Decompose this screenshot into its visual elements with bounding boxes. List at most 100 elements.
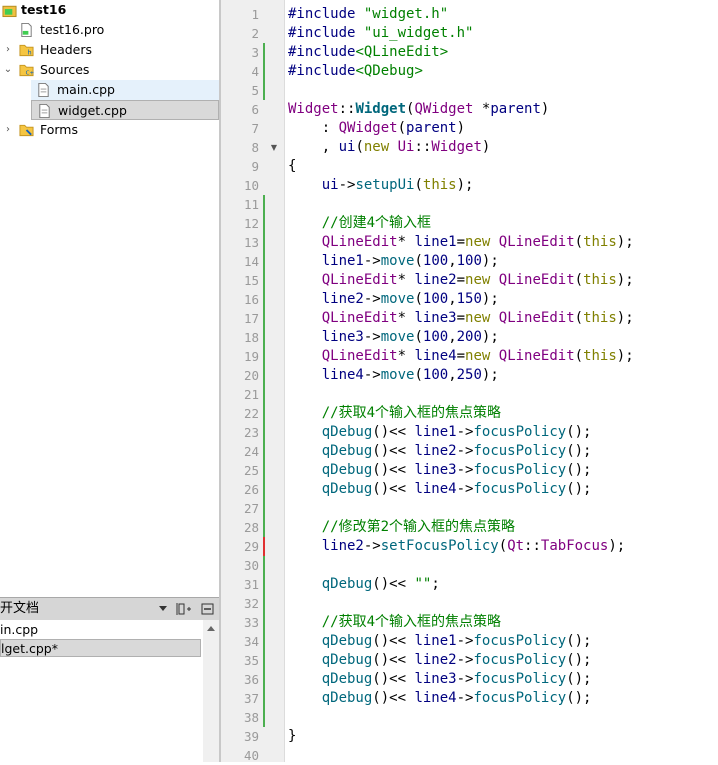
chevron-right-icon[interactable]: › (2, 123, 14, 137)
chevron-right-icon[interactable]: › (2, 43, 14, 57)
tree-item-widget-cpp[interactable]: widget.cpp (31, 100, 219, 120)
code-token: TabFocus (540, 538, 609, 554)
code-token: } (288, 728, 297, 744)
line-number: 2 (251, 26, 259, 41)
line-number: 9 (251, 159, 259, 174)
tree-item-main-cpp[interactable]: main.cpp (31, 80, 219, 100)
change-marker (263, 480, 265, 499)
open-documents-scrollbar[interactable] (203, 620, 219, 762)
code-token: qDebug (321, 481, 373, 497)
code-line[interactable]: #include<QLineEdit> (288, 43, 448, 62)
tree-item-forms[interactable]: › Forms (0, 120, 219, 140)
qt-project-icon (2, 5, 17, 18)
split-view-icon[interactable] (176, 602, 192, 616)
change-marker (263, 461, 265, 480)
code-line[interactable]: Widget::Widget(QWidget *parent) (288, 100, 549, 119)
tree-item-pro-file[interactable]: test16.pro (0, 20, 219, 40)
tree-item-label: Headers (40, 42, 93, 57)
code-token: Widget (288, 101, 339, 117)
code-token: 100 (422, 253, 449, 269)
dropdown-arrow-icon[interactable] (158, 605, 168, 613)
code-token: QLineEdit (321, 234, 398, 250)
code-token: Widget (431, 139, 482, 155)
change-marker (263, 404, 265, 423)
tree-item-sources[interactable]: ⌄ C+ Sources (0, 60, 219, 80)
code-line[interactable]: qDebug()<< line2->focusPolicy(); (288, 651, 592, 670)
tree-item-project-root[interactable]: test16 (0, 0, 219, 20)
line-number: 17 (243, 311, 259, 326)
open-document-widget-cpp[interactable]: lget.cpp* (0, 639, 201, 657)
code-token: line4 (414, 690, 457, 706)
code-token: :: (338, 101, 356, 117)
code-line[interactable]: line2->setFocusPolicy(Qt::TabFocus); (288, 537, 625, 556)
line-number: 29 (243, 539, 259, 554)
code-line[interactable]: //获取4个输入框的焦点策略 (288, 613, 501, 632)
code-line[interactable]: QLineEdit* line3=new QLineEdit(this); (288, 309, 634, 328)
code-token: * (397, 234, 415, 250)
code-line[interactable]: qDebug()<< line3->focusPolicy(); (288, 670, 592, 689)
code-line[interactable]: line4->move(100,250); (288, 366, 499, 385)
code-line[interactable]: qDebug()<< line3->focusPolicy(); (288, 461, 592, 480)
code-line[interactable]: { (288, 157, 296, 176)
code-line[interactable]: line3->move(100,200); (288, 328, 499, 347)
chevron-down-icon[interactable]: ⌄ (2, 63, 14, 77)
code-line[interactable]: //创建4个输入框 (288, 214, 431, 233)
code-token: 150 (456, 291, 482, 307)
line-number: 1 (251, 7, 259, 22)
code-token: ); (481, 291, 499, 307)
code-line[interactable]: QLineEdit* line2=new QLineEdit(this); (288, 271, 634, 290)
code-token: ( (498, 538, 508, 554)
code-token: #include (288, 44, 356, 60)
code-line[interactable]: qDebug()<< ""; (288, 575, 440, 594)
code-token: this (583, 234, 617, 250)
open-document-main-cpp[interactable]: in.cpp (0, 621, 200, 639)
code-line[interactable]: qDebug()<< line1->focusPolicy(); (288, 632, 592, 651)
code-token: 100 (422, 329, 449, 345)
code-token: ()<< (372, 690, 415, 706)
code-line[interactable]: QLineEdit* line4=new QLineEdit(this); (288, 347, 634, 366)
open-documents-list: in.cpp lget.cpp* (0, 620, 219, 762)
code-token: -> (456, 424, 474, 440)
code-token: { (288, 158, 297, 174)
code-line[interactable]: #include<QDebug> (288, 62, 423, 81)
code-line[interactable]: qDebug()<< line1->focusPolicy(); (288, 423, 592, 442)
code-line[interactable]: qDebug()<< line4->focusPolicy(); (288, 480, 592, 499)
code-line[interactable]: #include "widget.h" (288, 5, 448, 24)
code-token: qDebug (321, 424, 373, 440)
line-number: 39 (243, 729, 259, 744)
code-line[interactable]: //修改第2个输入框的焦点策略 (288, 518, 515, 537)
code-line[interactable]: } (288, 727, 296, 746)
code-line[interactable]: , ui(new Ui::Widget) (288, 138, 491, 157)
code-token: ( (414, 291, 423, 307)
tree-item-label: main.cpp (57, 82, 115, 97)
line-number: 11 (243, 197, 259, 212)
code-token: QLineEdit (498, 272, 575, 288)
code-line[interactable]: qDebug()<< line2->focusPolicy(); (288, 442, 592, 461)
code-line[interactable]: qDebug()<< line4->focusPolicy(); (288, 689, 592, 708)
code-token: -> (338, 177, 356, 193)
code-line[interactable]: QLineEdit* line1=new QLineEdit(this); (288, 233, 634, 252)
line-number: 24 (243, 444, 259, 459)
tree-item-headers[interactable]: › h Headers (0, 40, 219, 60)
code-line[interactable]: ui->setupUi(this); (288, 176, 474, 195)
code-line[interactable]: //获取4个输入框的焦点策略 (288, 404, 501, 423)
code-token: //修改第2个输入框的焦点策略 (321, 519, 516, 535)
close-panel-icon[interactable] (201, 603, 214, 615)
code-token: focusPolicy (473, 690, 567, 706)
line-number: 36 (243, 672, 259, 687)
code-line[interactable]: : QWidget(parent) (288, 119, 465, 138)
code-line[interactable]: #include "ui_widget.h" (288, 24, 473, 43)
fold-toggle-icon[interactable]: ▼ (269, 138, 279, 157)
code-line[interactable]: line2->move(100,150); (288, 290, 499, 309)
change-marker (263, 347, 265, 366)
svg-text:h: h (27, 49, 31, 57)
scroll-up-icon[interactable] (207, 625, 215, 631)
code-line[interactable]: line1->move(100,100); (288, 252, 499, 271)
